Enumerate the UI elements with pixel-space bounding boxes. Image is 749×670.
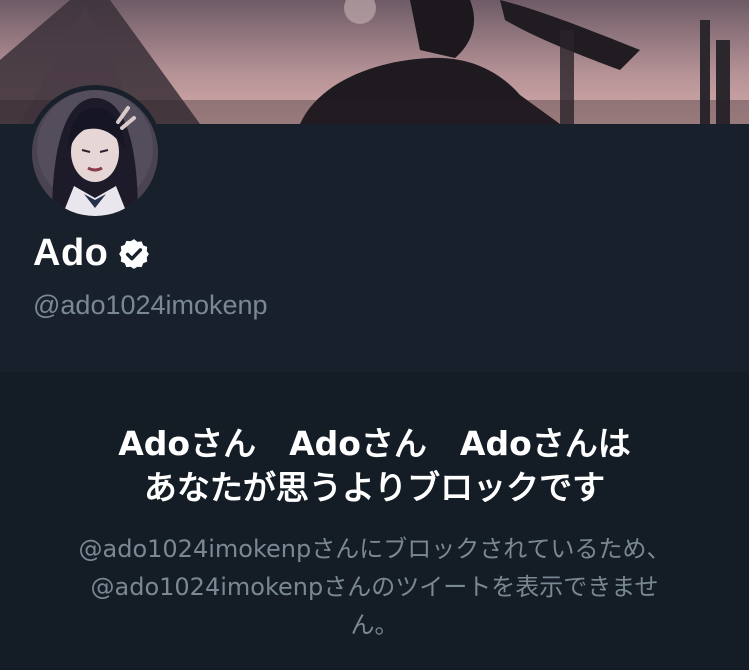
blocked-notice: Adoさん Adoさん Adoさんは あなたが思うよりブロックです @ado10… <box>0 372 749 670</box>
profile-name-row: Ado <box>33 232 151 275</box>
display-name: Ado <box>33 232 109 274</box>
blocked-title-line: あなたが思うよりブロックです <box>143 468 606 507</box>
avatar-illustration <box>32 90 158 216</box>
blocked-message: @ado1024imokenpさんにブロックされているため、 @ado1024i… <box>20 530 729 644</box>
verified-badge-icon <box>119 238 150 269</box>
avatar[interactable] <box>27 85 163 221</box>
blocked-message-line: @ado1024imokenpさんのツイートを表示できませ <box>90 573 659 601</box>
blocked-title: Adoさん Adoさん Adoさんは あなたが思うよりブロックです <box>20 422 729 510</box>
profile-handle: @ado1024imokenp <box>33 290 268 320</box>
blocked-message-line: ん。 <box>350 611 399 639</box>
blocked-message-line: @ado1024imokenpさんにブロックされているため、 <box>78 535 671 563</box>
blocked-title-line: Adoさん Adoさん Adoさんは <box>118 424 631 463</box>
avatar-image <box>32 90 158 216</box>
